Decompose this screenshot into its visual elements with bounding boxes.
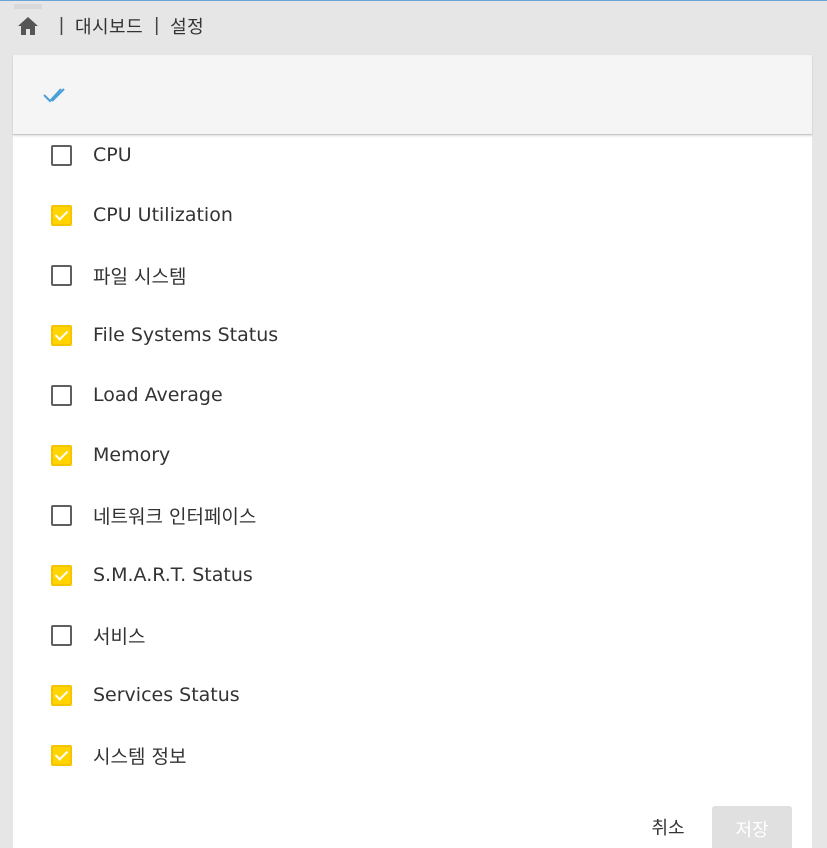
checkbox-checked[interactable] xyxy=(51,684,72,706)
widget-label: 시스템 정보 xyxy=(93,745,187,768)
widget-list-item[interactable]: CPU xyxy=(51,140,651,170)
widget-list-item[interactable]: CPU Utilization xyxy=(51,200,651,230)
home-icon[interactable] xyxy=(16,14,40,38)
checkbox-checked[interactable] xyxy=(51,744,72,766)
checkbox-checked[interactable] xyxy=(51,324,72,346)
widget-list-item[interactable]: File Systems Status xyxy=(51,320,651,350)
widget-list-item[interactable]: S.M.A.R.T. Status xyxy=(51,560,651,590)
save-button[interactable]: 저장 xyxy=(712,806,792,848)
widget-label: CPU Utilization xyxy=(93,204,233,226)
widget-label: 파일 시스템 xyxy=(93,265,187,288)
widget-label: CPU xyxy=(93,144,132,166)
settings-card: CPU CPU Utilization 파일 시스템 File Systems Sta… xyxy=(13,55,812,848)
checkbox-checked[interactable] xyxy=(51,204,72,226)
breadcrumb-dashboard[interactable]: 대시보드 xyxy=(75,13,143,39)
checkbox-checked[interactable] xyxy=(51,564,72,586)
breadcrumb-settings: 설정 xyxy=(170,17,205,38)
widget-list-item[interactable]: Services Status xyxy=(51,680,651,710)
widget-list-item[interactable]: 서비스 xyxy=(51,620,651,650)
card-toolbar xyxy=(13,55,812,135)
select-all-button[interactable] xyxy=(42,84,74,106)
breadcrumb-separator: | xyxy=(154,15,160,36)
widget-label: Load Average xyxy=(93,384,223,406)
widget-list-item[interactable]: Memory xyxy=(51,440,651,470)
widget-list-item[interactable]: 네트워크 인터페이스 xyxy=(51,500,651,530)
top-tab-handle xyxy=(14,4,42,9)
window-top-border xyxy=(0,0,827,1)
widget-label: Memory xyxy=(93,444,171,466)
widget-label: Services Status xyxy=(93,684,240,706)
widget-label: S.M.A.R.T. Status xyxy=(93,564,253,586)
checkbox-checked[interactable] xyxy=(51,444,72,466)
breadcrumb-separator: | xyxy=(59,15,64,36)
widget-label: File Systems Status xyxy=(93,324,279,346)
widget-label: 네트워크 인터페이스 xyxy=(93,505,257,528)
checkbox-unchecked[interactable] xyxy=(51,504,72,526)
cancel-button[interactable]: 취소 xyxy=(631,807,705,847)
double-check-icon xyxy=(43,88,65,103)
breadcrumb: | 대시보드 | 설정 xyxy=(16,13,204,39)
widget-list-item[interactable]: 시스템 정보 xyxy=(51,740,651,770)
checkbox-unchecked[interactable] xyxy=(51,264,72,286)
checkbox-unchecked[interactable] xyxy=(51,144,72,166)
widget-list-item[interactable]: Load Average xyxy=(51,380,651,410)
checkbox-unchecked[interactable] xyxy=(51,384,72,406)
widget-list-item[interactable]: 파일 시스템 xyxy=(51,260,651,290)
widget-label: 서비스 xyxy=(93,625,146,648)
checkbox-unchecked[interactable] xyxy=(51,624,72,646)
